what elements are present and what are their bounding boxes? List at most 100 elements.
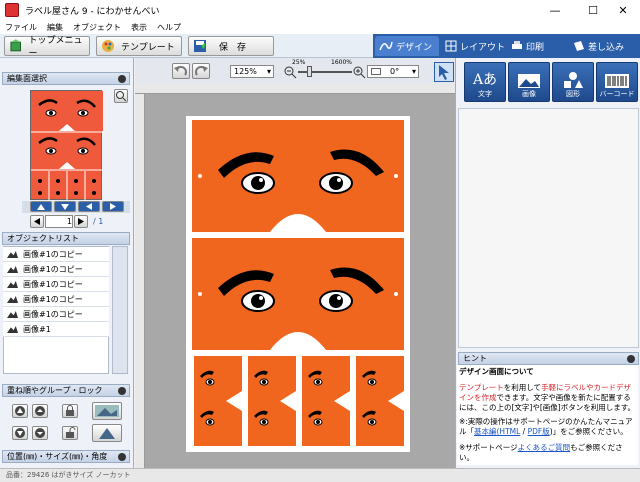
zoom-in-icon (353, 66, 366, 79)
image-object-icon (7, 266, 18, 273)
list-item[interactable]: 画像#1のコピー (3, 247, 109, 262)
page-next-button[interactable] (74, 215, 88, 228)
ungroup-button[interactable] (92, 424, 122, 442)
page-number-input[interactable] (45, 215, 73, 228)
minimize-button[interactable]: — (538, 0, 572, 20)
zoom-out-button[interactable] (283, 65, 297, 79)
face-design-icon (192, 120, 404, 446)
zoom-slider-thumb[interactable] (307, 66, 312, 77)
redo-button[interactable] (192, 63, 210, 79)
back-icon (15, 428, 25, 438)
landscape-image-icon (518, 74, 540, 88)
tab-design[interactable]: デザイン (375, 36, 439, 56)
angle-select[interactable]: 0° ▾ (367, 65, 419, 78)
text-tool-label: 文字 (478, 90, 492, 98)
redo-icon (195, 66, 208, 76)
nav-right-button[interactable] (102, 201, 124, 212)
image-object-icon (7, 281, 18, 288)
nav-left-button[interactable] (78, 201, 100, 212)
home-cube-icon (10, 39, 22, 52)
template-button[interactable]: テンプレート (96, 36, 182, 56)
backward-button[interactable] (32, 426, 48, 440)
forward-button[interactable] (32, 404, 48, 418)
nav-down-button[interactable] (54, 201, 76, 212)
bring-front-button[interactable] (12, 404, 28, 418)
tab-merge[interactable]: 差し込み (573, 36, 637, 56)
manual-pdf-link[interactable]: PDF版 (528, 427, 550, 436)
shape-tool-button[interactable]: 図形 (552, 62, 594, 102)
select-tool-button[interactable] (434, 62, 454, 82)
right-arrow-icon (110, 203, 116, 210)
menu-view[interactable]: 表示 (131, 22, 147, 33)
hint-template-link[interactable]: テンプレート (459, 383, 504, 392)
barcode-tool-button[interactable]: バーコード (596, 62, 638, 102)
list-item[interactable]: 画像#1のコピー (3, 277, 109, 292)
page-prev-button[interactable] (30, 215, 44, 228)
menu-object[interactable]: オブジェクト (73, 22, 121, 33)
menu-file[interactable]: ファイル (5, 22, 37, 33)
front-icon (15, 406, 25, 416)
grid-icon (445, 40, 457, 52)
top-menu-label: トップメニュー (28, 36, 83, 59)
tab-print[interactable]: 印刷 (511, 36, 567, 56)
chevron-down-icon: ▾ (411, 67, 416, 76)
app-icon (5, 3, 19, 17)
text-tool-button[interactable]: Aあ 文字 (464, 62, 506, 102)
unlock-button[interactable] (62, 426, 78, 440)
maximize-button[interactable]: ☐ (576, 0, 610, 20)
zoom-select[interactable]: 125% ▾ (230, 65, 274, 78)
faq-link[interactable]: よくあるご質問 (518, 443, 571, 452)
nav-up-button[interactable] (30, 201, 52, 212)
list-item[interactable]: 画像#1のコピー (3, 292, 109, 307)
window-title: ラベル屋さん 9 - にわかせんべい (25, 6, 160, 17)
collapse-dot-icon[interactable] (118, 387, 126, 395)
image-object-icon (7, 311, 18, 318)
list-item[interactable]: 画像#1 (3, 322, 109, 337)
order-group-header: 重ね順やグループ・ロック (2, 384, 130, 397)
collapse-dot-icon[interactable] (118, 453, 126, 461)
menu-edit[interactable]: 編集 (47, 22, 63, 33)
magnify-button[interactable] (114, 89, 128, 103)
canvas-control-bar: 125% ▾ 25% 1600% 0° ▾ (135, 58, 455, 84)
menu-help[interactable]: ヘルプ (157, 22, 181, 33)
save-disk-icon (194, 40, 206, 52)
image-tool-button[interactable]: 画像 (508, 62, 550, 102)
lock-button[interactable] (62, 404, 78, 418)
zoom-in-button[interactable] (352, 65, 366, 79)
hint-header: ヒント (458, 352, 639, 365)
object-list-scrollbar[interactable] (112, 246, 128, 374)
cursor-arrow-icon (439, 65, 449, 80)
up-arrow-icon (37, 204, 45, 210)
send-back-button[interactable] (12, 426, 28, 440)
top-menu-button[interactable]: トップメニュー (4, 36, 90, 59)
manual-html-link[interactable]: 基本編(HTML (474, 427, 520, 436)
object-name: 画像#1 (23, 325, 51, 334)
printer-icon (512, 41, 522, 49)
group-button[interactable] (92, 402, 122, 420)
title-bar: ラベル屋さん 9 - にわかせんべい — ☐ ✕ (0, 0, 640, 20)
page-thumbnail[interactable] (30, 90, 103, 201)
list-item[interactable]: 画像#1のコピー (3, 262, 109, 277)
page-total: / 1 (93, 217, 104, 226)
object-list-title: オブジェクトリスト (7, 234, 79, 243)
palette-icon (102, 40, 114, 52)
hint-content: デザイン画面について テンプレートを利用して手軽にラベルやカードデザインを作成で… (457, 365, 638, 465)
list-item[interactable]: 画像#1のコピー (3, 307, 109, 322)
undo-button[interactable] (172, 63, 190, 79)
status-bar: 品番：29426 はがきサイズ ノーカット (0, 468, 640, 482)
object-name: 画像#1のコピー (23, 310, 83, 319)
magnify-icon (116, 91, 127, 102)
collapse-dot-icon[interactable] (627, 355, 635, 363)
position-size-title: 位置(㎜)・サイズ(㎜)・角度 (7, 452, 108, 461)
lock-icon (66, 405, 74, 416)
position-size-header: 位置(㎜)・サイズ(㎜)・角度 (2, 450, 130, 463)
text-aa-icon: Aあ (472, 72, 498, 88)
close-button[interactable]: ✕ (606, 0, 640, 20)
chevron-down-icon: ▾ (266, 67, 271, 76)
save-button[interactable]: 保 存 (188, 36, 274, 56)
tab-layout[interactable]: レイアウト (445, 36, 505, 56)
object-list-header: オブジェクトリスト (2, 232, 130, 245)
hint-header-title: ヒント (463, 354, 487, 363)
collapse-dot-icon[interactable] (118, 75, 126, 83)
paper-sheet[interactable] (186, 116, 410, 452)
